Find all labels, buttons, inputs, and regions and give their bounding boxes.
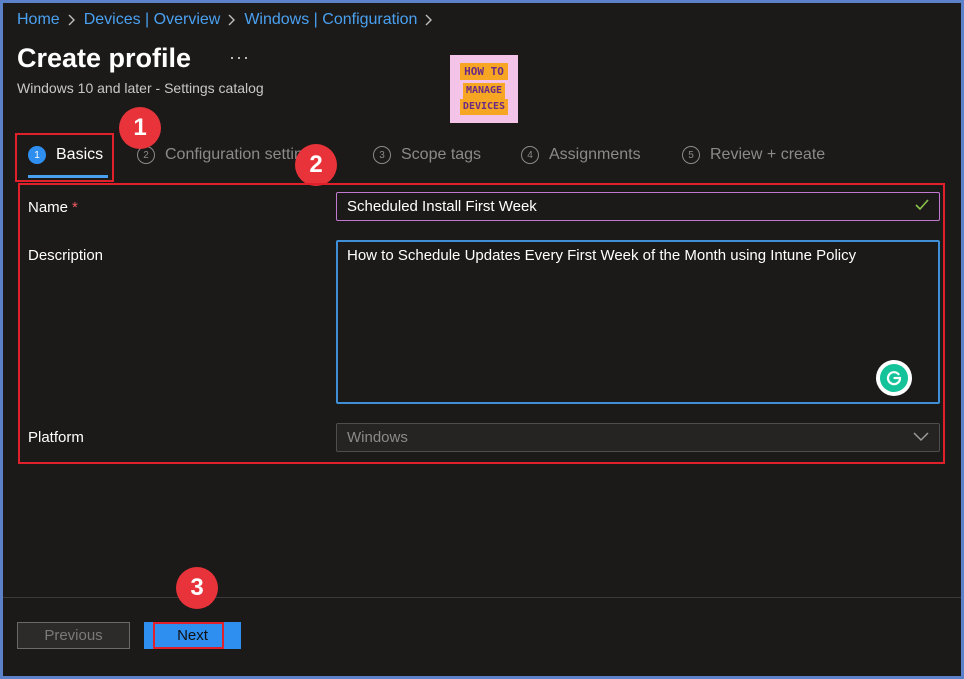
page-subtitle: Windows 10 and later - Settings catalog [17, 80, 264, 96]
breadcrumb-home[interactable]: Home [17, 11, 60, 29]
description-value: How to Schedule Updates Every First Week… [347, 247, 857, 264]
step-number: 3 [373, 146, 391, 164]
step-assignments[interactable]: 4 Assignments [521, 146, 641, 164]
name-input-value: Scheduled Install First Week [347, 198, 537, 215]
breadcrumb: Home Devices | Overview Windows | Config… [17, 11, 441, 29]
footer-divider [3, 597, 961, 598]
step-label: Review + create [710, 146, 826, 163]
annotation-box-next [153, 622, 224, 649]
chevron-right-icon [68, 14, 76, 26]
annotation-badge-2: 2 [295, 144, 337, 186]
platform-value: Windows [347, 429, 408, 446]
platform-select: Windows [336, 423, 940, 452]
breadcrumb-windows-configuration[interactable]: Windows | Configuration [244, 11, 417, 29]
app-frame: Home Devices | Overview Windows | Config… [3, 3, 961, 676]
step-review-create[interactable]: 5 Review + create [682, 146, 825, 164]
chevron-right-icon [228, 14, 236, 26]
step-scope-tags[interactable]: 3 Scope tags [373, 146, 481, 164]
how-to-manage-devices-logo: HOW TO MANAGE DEVICES [450, 55, 518, 123]
platform-label: Platform [28, 429, 84, 446]
required-indicator: * [72, 199, 78, 216]
annotation-badge-3: 3 [176, 567, 218, 609]
breadcrumb-devices[interactable]: Devices | Overview [84, 11, 221, 29]
more-options-button[interactable]: ··· [229, 47, 250, 68]
previous-button[interactable]: Previous [17, 622, 130, 649]
annotation-badge-1: 1 [119, 107, 161, 149]
name-label: Name * [28, 199, 78, 216]
step-label: Scope tags [401, 146, 482, 163]
logo-line-1: HOW TO [460, 63, 508, 80]
step-label: Assignments [549, 146, 641, 163]
step-number: 5 [682, 146, 700, 164]
description-label: Description [28, 247, 104, 264]
chevron-right-icon [425, 14, 433, 26]
logo-line-2: MANAGE [462, 83, 506, 99]
page-title: Create profile [17, 43, 192, 73]
step-configuration-settings[interactable]: 2 Configuration settings [137, 146, 320, 164]
description-textarea[interactable]: How to Schedule Updates Every First Week… [336, 240, 940, 404]
annotation-box-basics [15, 133, 114, 182]
logo-line-3: DEVICES [459, 99, 509, 115]
grammarly-icon[interactable] [876, 360, 912, 396]
name-input[interactable]: Scheduled Install First Week [336, 192, 940, 221]
step-number: 4 [521, 146, 539, 164]
name-label-text: Name [28, 199, 69, 216]
checkmark-icon [915, 198, 929, 215]
chevron-down-icon [913, 429, 929, 446]
